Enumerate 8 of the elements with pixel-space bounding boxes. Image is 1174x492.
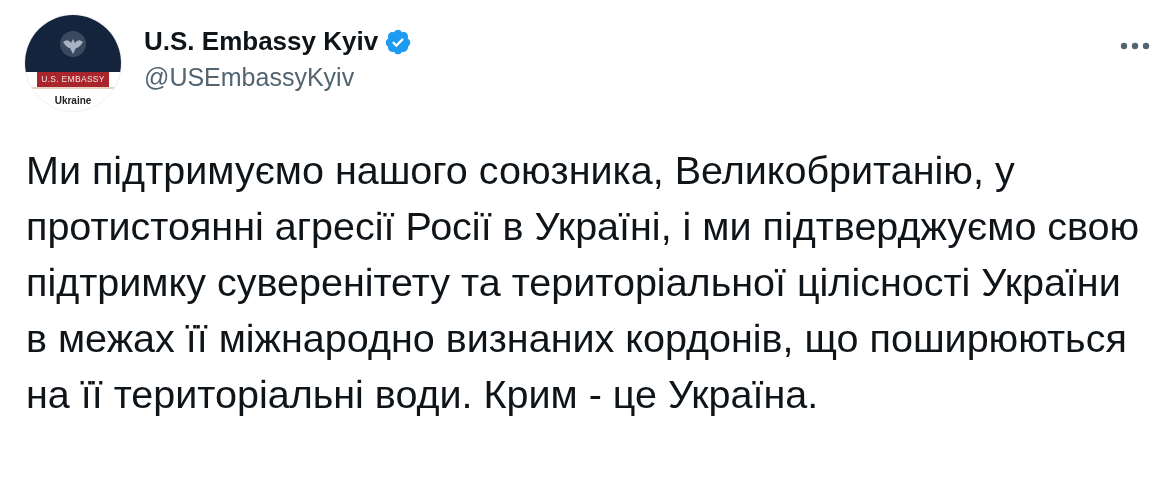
more-options-icon[interactable] (1120, 42, 1150, 50)
eagle-emblem-icon (59, 29, 87, 58)
display-name[interactable]: U.S. Embassy Kyiv (144, 26, 379, 57)
avatar-caption: Ukraine (54, 94, 92, 106)
tweet-text: Ми підтримуємо нашого союзника, Великобританію, у протистоянні агресії Росії в Україні, і ми підтверджуємо свою підтримку суверенітету та територіальної цілісності України в межах її міжнародно визнаних кордонів, що поширюються на її територіальні води. Крим - це Україна. (26, 147, 1141, 418)
avatar-band-text: U.S. EMBASSY (37, 72, 109, 87)
user-handle[interactable]: @USEmbassyKyiv (144, 63, 413, 92)
avatar[interactable]: U.S. EMBASSY Ukraine (24, 14, 122, 112)
